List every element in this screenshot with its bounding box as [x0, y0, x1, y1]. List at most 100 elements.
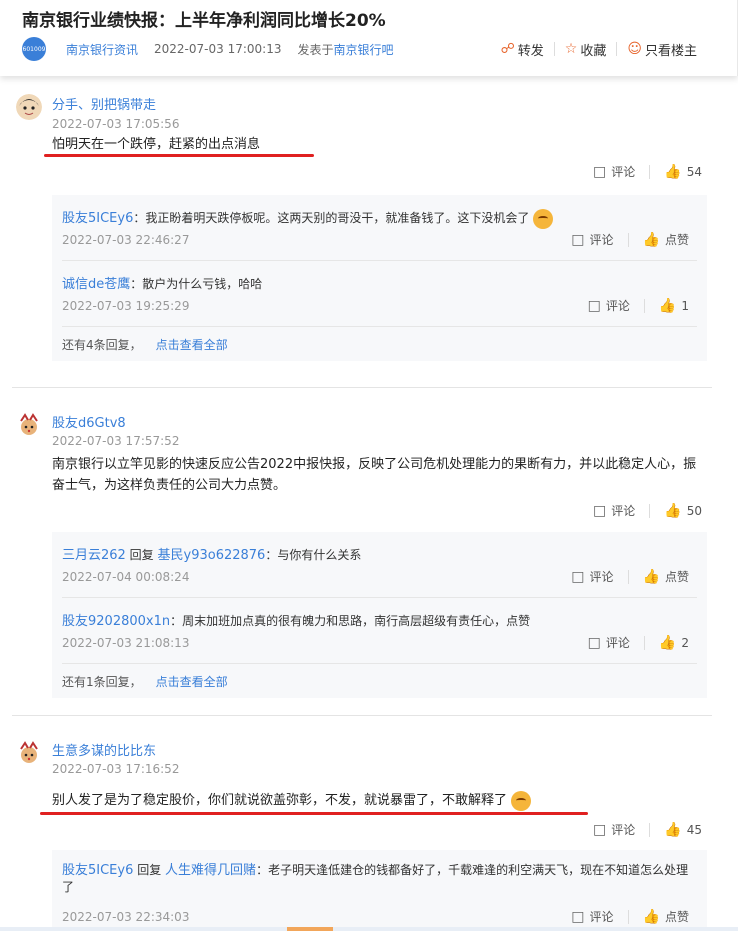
reply-text: 我正盼着明天跌停板呢。这两天别的哥没干，就准备钱了。这下没机会了 [145, 211, 530, 225]
article-actions: ☍ 转发 ☆ 收藏 ☺ 只看楼主 [491, 37, 707, 61]
comment-username[interactable]: 分手、别把锅带走 [52, 94, 156, 113]
comment-icon: □ [571, 231, 585, 248]
thumbs-up-icon: 👍 [664, 502, 682, 519]
page-title: 南京银行业绩快报：上半年净利润同比增长20% [22, 11, 386, 31]
like-count: 54 [686, 164, 702, 179]
like-button[interactable]: 👍 点赞 [643, 568, 689, 585]
thumbs-up-icon: 👍 [664, 163, 682, 180]
comment-icon: □ [587, 634, 601, 651]
comment-button[interactable]: □ 评论 [593, 502, 635, 519]
thumbs-up-icon: 👍 [658, 297, 677, 314]
reply-action-bar: □ 评论 👍 2 [588, 634, 689, 651]
comment-button[interactable]: □ 评论 [571, 908, 613, 925]
reply-action-bar: □ 评论 👍 1 [588, 297, 689, 314]
avatar[interactable] [16, 94, 42, 120]
thumbs-up-icon: 👍 [642, 568, 660, 585]
reply-time: 2022-07-03 21:08:13 [62, 636, 190, 650]
reply-item: 股友9202800x1n：周末加班加点真的很有魄力和思路，南行高层超级有责任心，… [62, 598, 697, 664]
thumbs-up-icon: 👍 [642, 231, 660, 248]
emoji-icon [511, 790, 532, 811]
share-button[interactable]: ☍ 转发 [491, 40, 554, 59]
bottom-toolbar-strip [0, 927, 738, 931]
red-underline-annotation [44, 154, 314, 157]
like-button[interactable]: 👍 1 [659, 298, 689, 314]
comment-time: 2022-07-03 17:05:56 [52, 117, 180, 131]
reply-username[interactable]: 股友9202800x1n [62, 614, 170, 629]
article-header: 南京银行业绩快报：上半年净利润同比增长20% 601009 南京银行资讯 202… [0, 0, 738, 76]
reply-action-bar: □ 评论 👍 点赞 [571, 908, 689, 925]
author-only-label: 只看楼主 [644, 43, 697, 59]
view-all-link[interactable]: 点击查看全部 [156, 673, 228, 690]
avatar[interactable] [16, 412, 42, 438]
reply-to-username[interactable]: 人生难得几回赌 [165, 863, 256, 878]
reply-text: 散户为什么亏钱，哈哈 [142, 277, 263, 291]
comment-icon: □ [571, 568, 585, 585]
reply-to-username[interactable]: 基民y93o622876 [158, 548, 266, 563]
view-all-link[interactable]: 点击查看全部 [156, 336, 228, 353]
comment-button[interactable]: □ 评论 [588, 297, 630, 314]
comment-button[interactable]: □ 评论 [593, 821, 635, 838]
comment-icon: □ [593, 163, 607, 180]
reply-item: 诚信de苍鹰：散户为什么亏钱，哈哈 2022-07-03 19:25:29 □ 评… [62, 261, 697, 327]
comment-icon: □ [593, 502, 607, 519]
comment-text: 怕明天在一个跌停，赶紧的出点消息 [52, 137, 261, 152]
reply-username[interactable]: 股友5ICEy6 [62, 211, 133, 226]
reply-item: 股友5ICEy6：我正盼着明天跌停板呢。这两天别的哥没干，就准备钱了。这下没机会… [62, 195, 697, 261]
comment-action-bar: □ 评论 👍 54 [593, 163, 702, 180]
reply-item: 股友5ICEy6 回复 人生难得几回赌：老子明天逢低建仓的钱都备好了，千载难逢的… [62, 863, 689, 925]
comment-action-bar: □ 评论 👍 50 [593, 502, 702, 519]
user-icon: ☺ [627, 41, 642, 57]
article-meta: 601009 南京银行资讯 2022-07-03 17:00:13 发表于 南京… [22, 37, 394, 61]
like-button[interactable]: 👍 点赞 [643, 231, 689, 248]
thumbs-up-icon: 👍 [658, 634, 677, 651]
comment: 股友d6Gtv8 2022-07-03 17:57:52 南京银行以立竿见影的快… [12, 388, 712, 716]
posted-in-label: 发表于 [297, 42, 334, 57]
reply-username[interactable]: 三月云262 [62, 548, 126, 563]
share-icon: ☍ [500, 41, 515, 57]
like-count: 45 [686, 822, 702, 837]
avatar[interactable] [16, 740, 42, 766]
comment-button[interactable]: □ 评论 [593, 163, 635, 180]
reply-item: 三月云262 回复 基民y93o622876：与你有什么关系 2022-07-0… [62, 532, 697, 598]
author-only-button[interactable]: ☺ 只看楼主 [617, 40, 707, 59]
like-button[interactable]: 👍 54 [664, 164, 702, 180]
reply-username[interactable]: 诚信de苍鹰 [62, 277, 130, 292]
more-replies: 还有1条回复， 点击查看全部 [62, 673, 228, 690]
reply-text: 周末加班加点真的很有魄力和思路，南行高层超级有责任心，点赞 [182, 614, 531, 628]
like-button[interactable]: 👍 2 [659, 635, 689, 651]
thumbs-up-icon: 👍 [642, 908, 660, 925]
comment: 生意多谋的比比东 2022-07-03 17:16:52 别人发了是为了稳定股价… [12, 716, 712, 931]
reply-box: 股友5ICEy6：我正盼着明天跌停板呢。这两天别的哥没干，就准备钱了。这下没机会… [52, 195, 707, 361]
like-button[interactable]: 👍 点赞 [643, 908, 689, 925]
like-count: 50 [686, 503, 702, 518]
reply-text: 与你有什么关系 [277, 548, 362, 562]
comment-button[interactable]: □ 评论 [571, 568, 613, 585]
favorite-label: 收藏 [580, 43, 607, 59]
reply-username[interactable]: 股友5ICEy6 [62, 863, 133, 878]
reply-time: 2022-07-04 00:08:24 [62, 570, 190, 584]
comment-button[interactable]: □ 评论 [571, 231, 613, 248]
reply-action-bar: □ 评论 👍 点赞 [571, 231, 689, 248]
comment-time: 2022-07-03 17:57:52 [52, 434, 180, 448]
favorite-button[interactable]: ☆ 收藏 [555, 40, 617, 59]
comment: 分手、别把锅带走 2022-07-03 17:05:56 怕明天在一个跌停，赶紧… [12, 76, 712, 388]
comment-username[interactable]: 股友d6Gtv8 [52, 412, 126, 431]
reply-box: 三月云262 回复 基民y93o622876：与你有什么关系 2022-07-0… [52, 532, 707, 698]
comment-username[interactable]: 生意多谋的比比东 [52, 740, 156, 759]
emoji-icon [533, 208, 554, 229]
reply-action-bar: □ 评论 👍 点赞 [571, 568, 689, 585]
star-icon: ☆ [564, 41, 578, 57]
forum-link[interactable]: 南京银行吧 [333, 41, 393, 58]
reply-time: 2022-07-03 22:34:03 [62, 910, 190, 924]
comment-button[interactable]: □ 评论 [588, 634, 630, 651]
comment-time: 2022-07-03 17:16:52 [52, 762, 180, 776]
like-button[interactable]: 👍 45 [664, 822, 702, 838]
stock-badge[interactable]: 601009 [22, 37, 46, 61]
post-datetime: 2022-07-03 17:00:13 [154, 42, 282, 56]
author-link[interactable]: 南京银行资讯 [66, 41, 138, 58]
more-replies: 还有4条回复， 点击查看全部 [62, 336, 228, 353]
like-button[interactable]: 👍 50 [664, 503, 702, 519]
thumbs-up-icon: 👍 [664, 821, 682, 838]
red-underline-annotation [40, 812, 588, 815]
comment-list: 分手、别把锅带走 2022-07-03 17:05:56 怕明天在一个跌停，赶紧… [12, 76, 712, 931]
